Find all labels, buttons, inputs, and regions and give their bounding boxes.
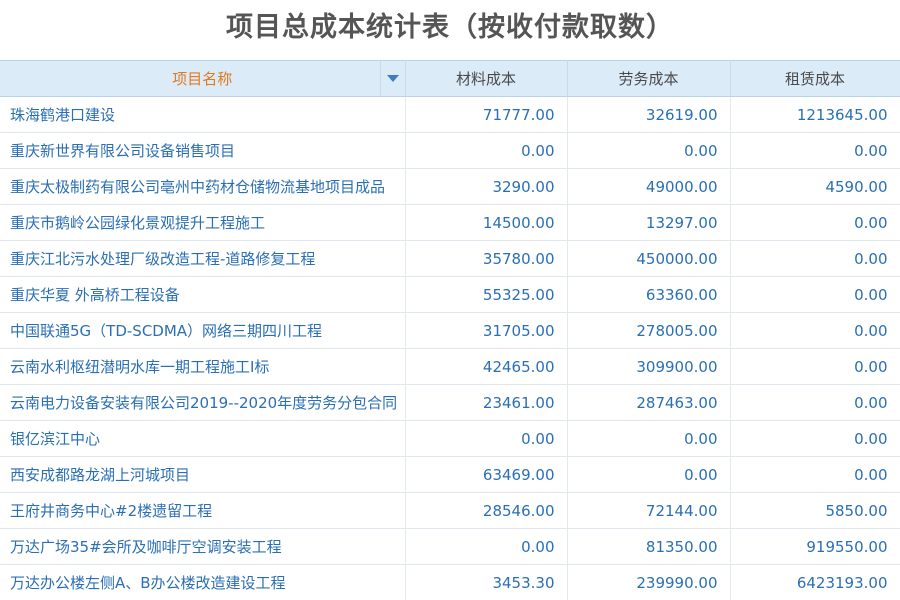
labor-cost-cell: 81350.00 [567,528,731,565]
rental-cost-cell: 0.00 [730,420,900,457]
project-name-cell[interactable]: 万达广场35#会所及咖啡厅空调安装工程 [0,528,406,565]
rental-cost-cell: 6423193.00 [730,564,900,600]
table-header: 项目名称 材料成本 劳务成本 租赁成本 [0,60,900,97]
rental-cost-cell: 0.00 [730,240,900,277]
project-name-cell[interactable]: 重庆江北污水处理厂级改造工程-道路修复工程 [0,240,406,277]
table-row[interactable]: 王府井商务中心#2楼遗留工程 28546.00 72144.00 5850.00 [0,492,900,529]
table-row[interactable]: 重庆新世界有限公司设备销售项目 0.00 0.00 0.00 [0,132,900,169]
labor-cost-cell: 0.00 [567,132,731,169]
project-name-cell[interactable]: 银亿滨江中心 [0,420,406,457]
table-body: 珠海鹤港口建设 71777.00 32619.00 1213645.00 重庆新世界有限… [0,96,900,600]
column-header-project-name-label: 项目名称 [172,70,233,88]
labor-cost-cell: 239990.00 [567,564,731,600]
rental-cost-cell: 0.00 [730,384,900,421]
labor-cost-cell: 287463.00 [567,384,731,421]
table-row[interactable]: 万达广场35#会所及咖啡厅空调安装工程 0.00 81350.00 919550.00 [0,528,900,565]
project-name-cell[interactable]: 云南电力设备安装有限公司2019--2020年度劳务分包合同 [0,384,406,421]
rental-cost-cell: 1213645.00 [730,96,900,133]
labor-cost-cell: 309900.00 [567,348,731,385]
project-name-cell[interactable]: 西安成都路龙湖上河城项目 [0,456,406,493]
rental-cost-cell: 919550.00 [730,528,900,565]
rental-cost-cell: 0.00 [730,456,900,493]
table-row[interactable]: 银亿滨江中心 0.00 0.00 0.00 [0,420,900,457]
column-header-project-name[interactable]: 项目名称 [0,60,406,97]
material-cost-cell: 31705.00 [405,312,568,349]
project-name-cell[interactable]: 王府井商务中心#2楼遗留工程 [0,492,406,529]
labor-cost-cell: 278005.00 [567,312,731,349]
table-row[interactable]: 重庆江北污水处理厂级改造工程-道路修复工程 35780.00 450000.00 0.… [0,240,900,277]
table-row[interactable]: 万达办公楼左侧A、B办公楼改造建设工程 3453.30 239990.00 64231… [0,564,900,600]
rental-cost-cell: 0.00 [730,312,900,349]
material-cost-cell: 42465.00 [405,348,568,385]
material-cost-cell: 63469.00 [405,456,568,493]
material-cost-cell: 0.00 [405,132,568,169]
material-cost-cell: 3290.00 [405,168,568,205]
material-cost-cell: 0.00 [405,420,568,457]
material-cost-cell: 0.00 [405,528,568,565]
project-name-cell[interactable]: 珠海鹤港口建设 [0,96,406,133]
rental-cost-cell: 0.00 [730,348,900,385]
column-header-material-cost[interactable]: 材料成本 [405,60,568,97]
project-name-cell[interactable]: 重庆市鹅岭公园绿化景观提升工程施工 [0,204,406,241]
table-row[interactable]: 中国联通5G（TD-SCDMA）网络三期四川工程 31705.00 278005.0… [0,312,900,349]
project-name-cell[interactable]: 云南水利枢纽潜明水库一期工程施工I标 [0,348,406,385]
project-name-cell[interactable]: 重庆华夏 外高桥工程设备 [0,276,406,313]
labor-cost-cell: 13297.00 [567,204,731,241]
material-cost-cell: 14500.00 [405,204,568,241]
rental-cost-cell: 0.00 [730,204,900,241]
project-name-cell[interactable]: 中国联通5G（TD-SCDMA）网络三期四川工程 [0,312,406,349]
sort-dropdown-button[interactable] [379,61,405,96]
sort-down-icon [386,75,399,82]
labor-cost-cell: 0.00 [567,420,731,457]
rental-cost-cell: 0.00 [730,276,900,313]
labor-cost-cell: 450000.00 [567,240,731,277]
material-cost-cell: 35780.00 [405,240,568,277]
table-row[interactable]: 重庆市鹅岭公园绿化景观提升工程施工 14500.00 13297.00 0.00 [0,204,900,241]
project-name-cell[interactable]: 万达办公楼左侧A、B办公楼改造建设工程 [0,564,406,600]
material-cost-cell: 23461.00 [405,384,568,421]
material-cost-cell: 71777.00 [405,96,568,133]
rental-cost-cell: 5850.00 [730,492,900,529]
rental-cost-cell: 4590.00 [730,168,900,205]
column-header-labor-cost[interactable]: 劳务成本 [567,60,731,97]
table-row[interactable]: 珠海鹤港口建设 71777.00 32619.00 1213645.00 [0,96,900,133]
column-header-rental-cost[interactable]: 租赁成本 [730,60,900,97]
material-cost-cell: 3453.30 [405,564,568,600]
cost-table: 项目名称 材料成本 劳务成本 租赁成本 珠海鹤港口建设 71777.00 32619… [0,60,900,600]
table-row[interactable]: 西安成都路龙湖上河城项目 63469.00 0.00 0.00 [0,456,900,493]
labor-cost-cell: 72144.00 [567,492,731,529]
labor-cost-cell: 49000.00 [567,168,731,205]
table-row[interactable]: 云南电力设备安装有限公司2019--2020年度劳务分包合同 23461.00 28… [0,384,900,421]
material-cost-cell: 55325.00 [405,276,568,313]
table-row[interactable]: 重庆华夏 外高桥工程设备 55325.00 63360.00 0.00 [0,276,900,313]
material-cost-cell: 28546.00 [405,492,568,529]
labor-cost-cell: 63360.00 [567,276,731,313]
page-title: 项目总成本统计表（按收付款取数） [226,12,674,43]
table-row[interactable]: 重庆太极制药有限公司亳州中药材仓储物流基地项目成品 3290.00 49000.00… [0,168,900,205]
labor-cost-cell: 0.00 [567,456,731,493]
labor-cost-cell: 32619.00 [567,96,731,133]
project-name-cell[interactable]: 重庆新世界有限公司设备销售项目 [0,132,406,169]
table-row[interactable]: 云南水利枢纽潜明水库一期工程施工I标 42465.00 309900.00 0.00 [0,348,900,385]
rental-cost-cell: 0.00 [730,132,900,169]
project-name-cell[interactable]: 重庆太极制药有限公司亳州中药材仓储物流基地项目成品 [0,168,406,205]
